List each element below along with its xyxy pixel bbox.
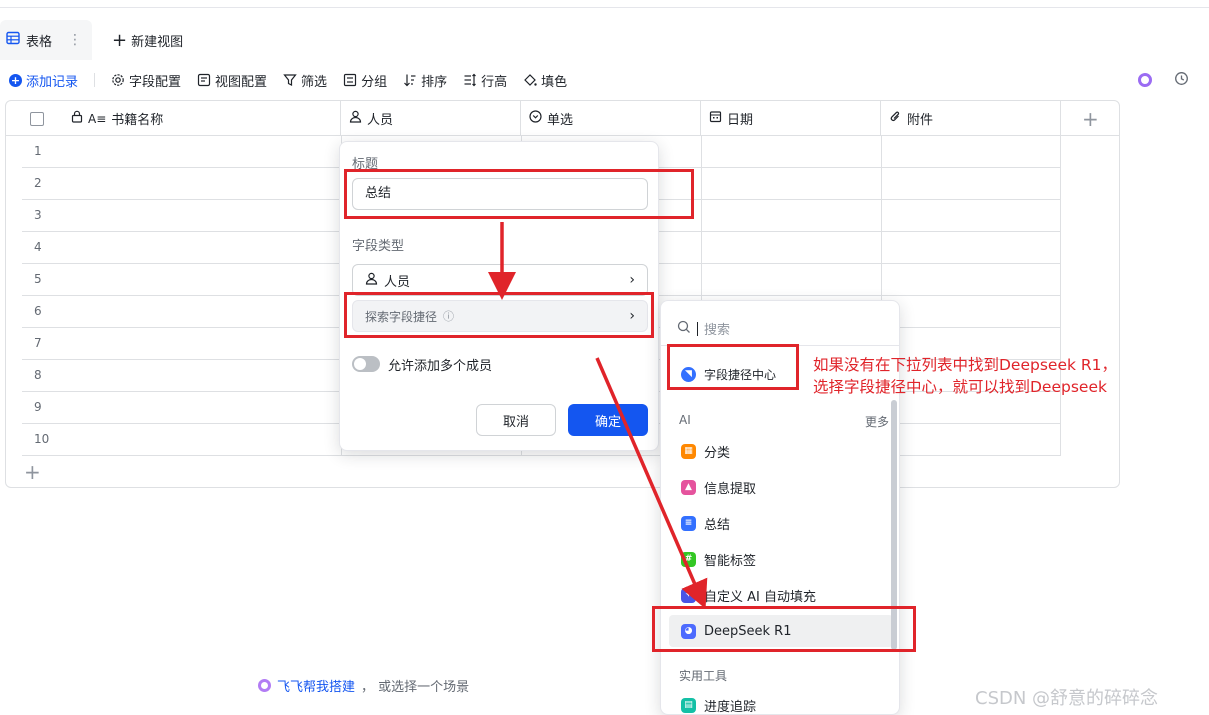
annotation-line-1: 如果没有在下拉列表中找到Deepseek R1， (813, 356, 1118, 374)
footer-hint: 飞飞帮我搭建 ， 或选择一个场景 (258, 676, 469, 695)
annotation-note: 如果没有在下拉列表中找到Deepseek R1， 选择字段捷径中心，就可以找到D… (813, 354, 1117, 398)
build-link[interactable]: 飞飞帮我搭建 (277, 676, 355, 695)
annotation-arrow (595, 357, 708, 609)
annotation-line-2: 选择字段捷径中心，就可以找到Deepseek (813, 378, 1107, 396)
ai-assistant-icon (258, 679, 271, 692)
watermark: CSDN @舒意的碎碎念 (975, 688, 1159, 709)
footer-rest: ， 或选择一个场景 (361, 680, 470, 695)
